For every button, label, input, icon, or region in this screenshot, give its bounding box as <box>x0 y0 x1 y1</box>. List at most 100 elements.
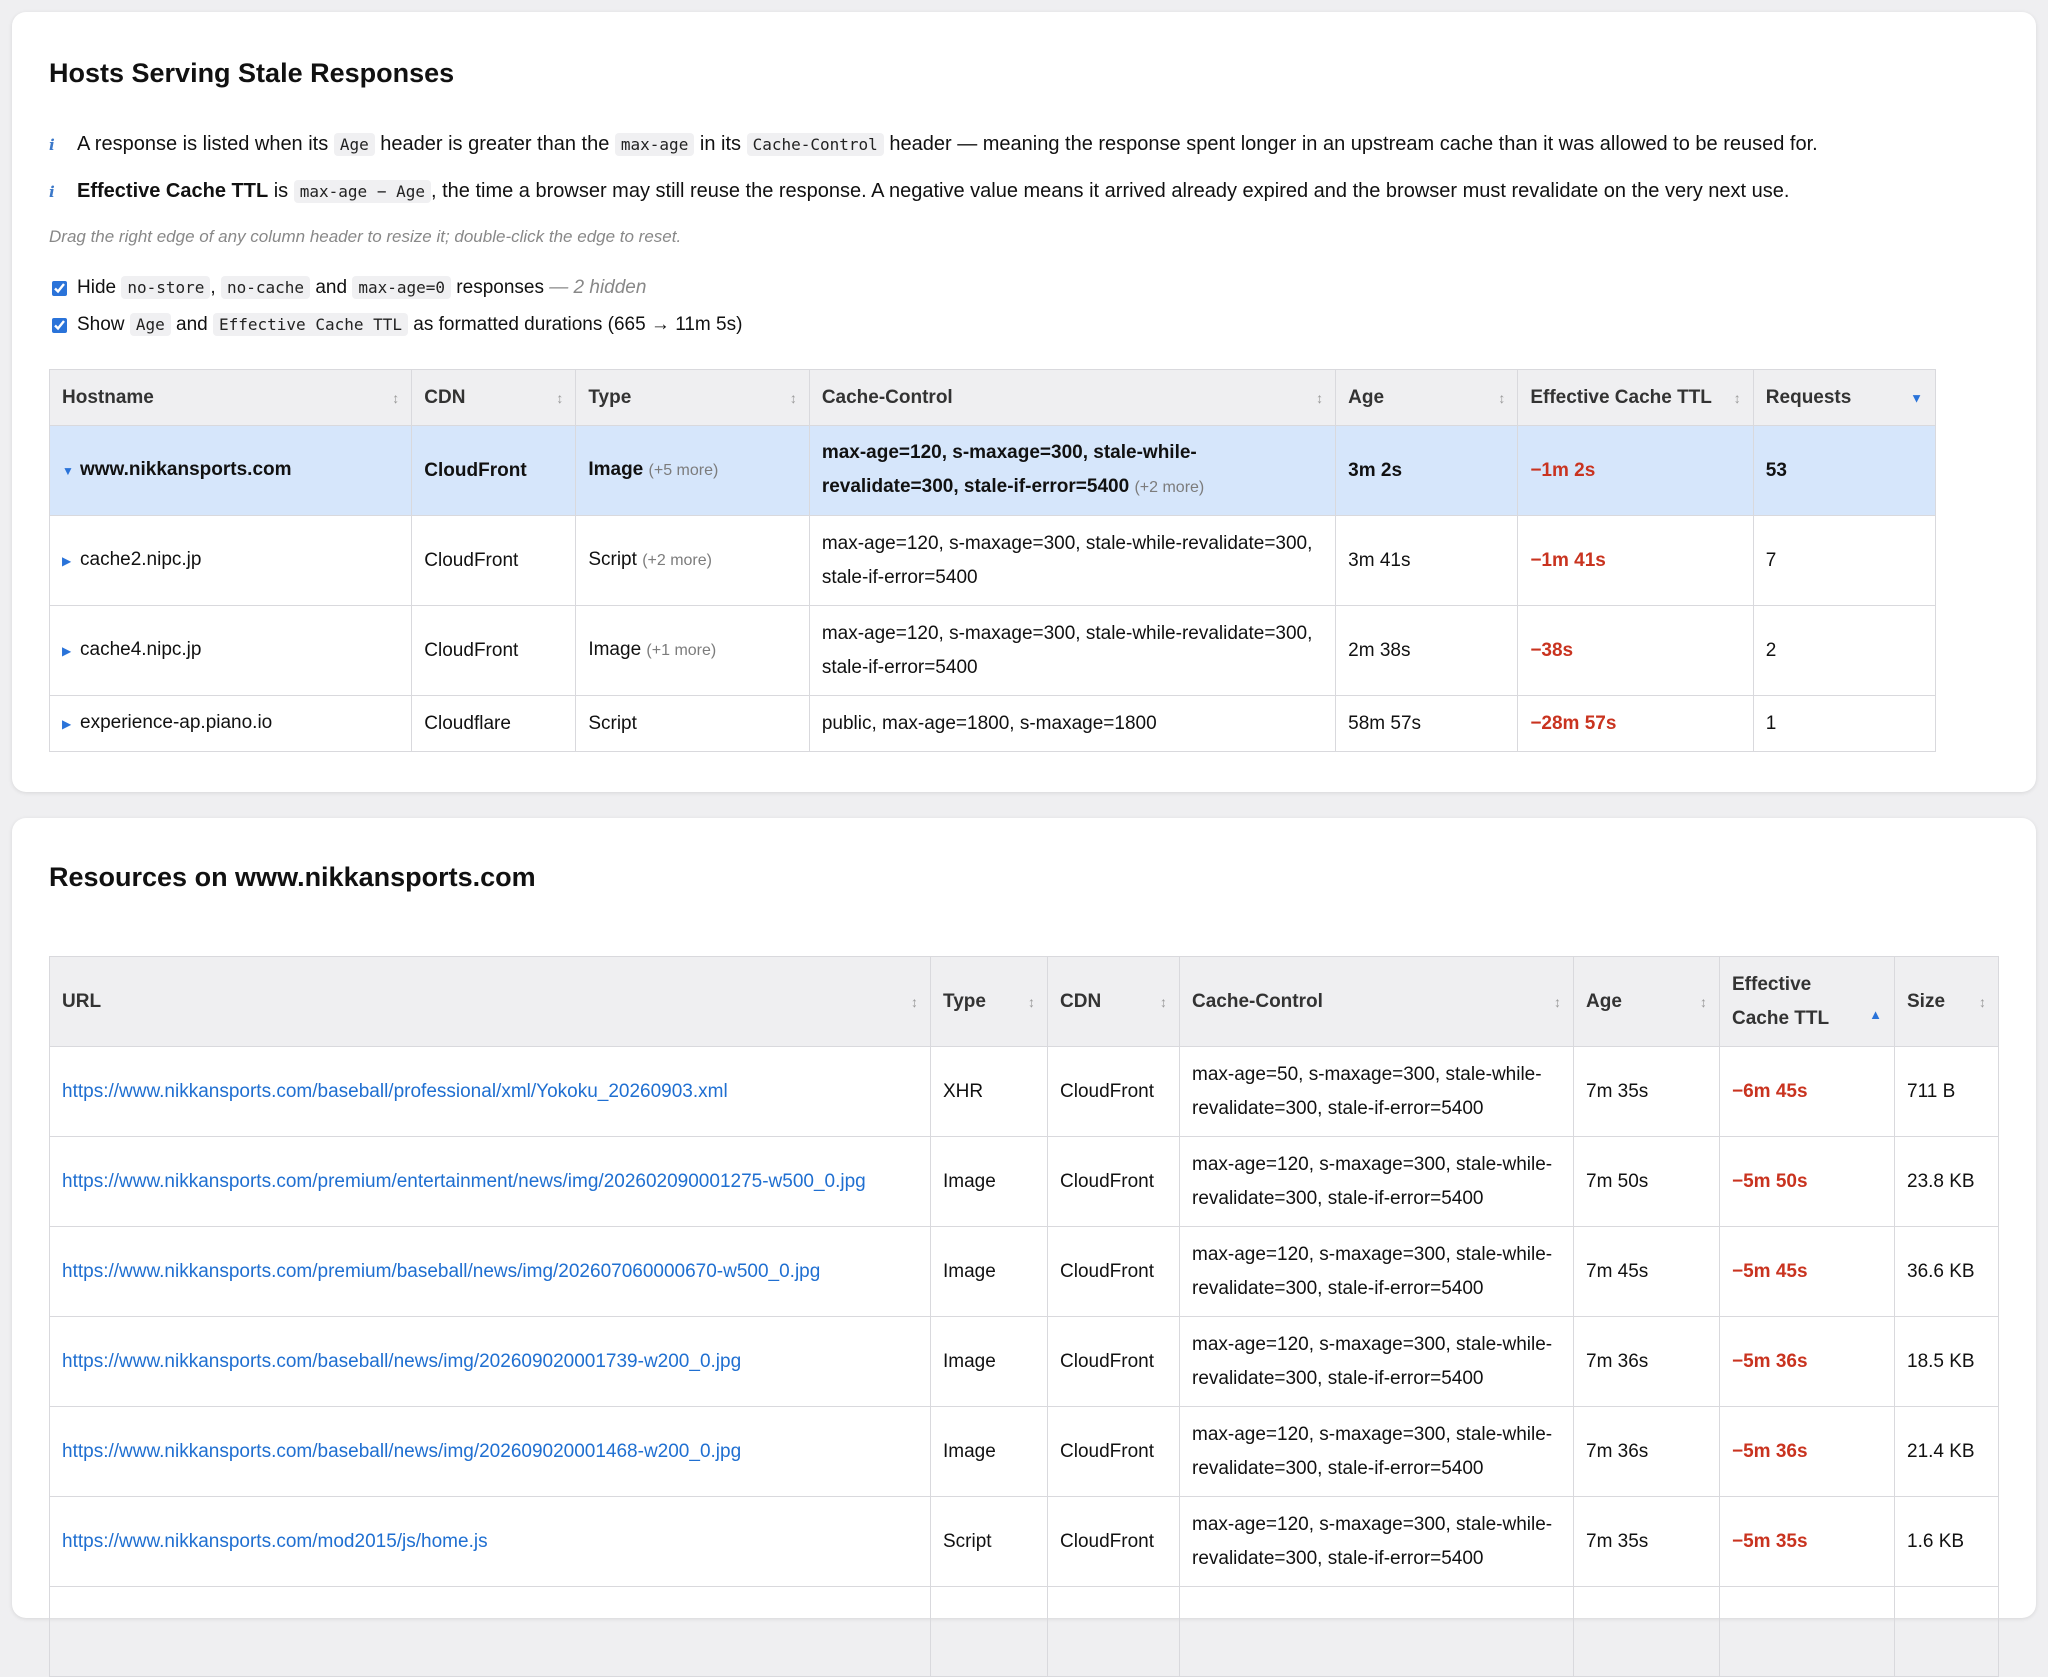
age-cell: 7m 50s <box>1573 1136 1720 1227</box>
sort-arrows-icon: ↕ <box>1700 993 1707 1010</box>
resource-row <box>49 1586 1999 1677</box>
cdn-cell: CloudFront <box>1047 1316 1180 1407</box>
type-cell: Image <box>930 1316 1048 1407</box>
col-size[interactable]: Size ↕ <box>1894 956 1999 1047</box>
hostname-cell: ▶ experience-ap.piano.io <box>48 695 413 752</box>
col-hostname[interactable]: Hostname ↕ <box>48 369 413 426</box>
expand-triangle-icon[interactable]: ▶ <box>62 634 76 668</box>
cache-control-cell: max-age=120, s-maxage=300, stale-while-r… <box>1179 1496 1574 1587</box>
host-row[interactable]: ▼ www.nikkansports.com CloudFront Image (… <box>48 425 1937 516</box>
col-cdn[interactable]: CDN ↕ <box>411 369 577 426</box>
info-line-ttl: i Effective Cache TTL is max-age − Age, t… <box>49 177 1789 206</box>
col-age[interactable]: Age ↕ <box>1573 956 1720 1047</box>
resources-panel: Resources on www.nikkansports.com URL ↕ T… <box>12 818 2036 1677</box>
size-cell: 18.5 KB <box>1894 1316 1999 1407</box>
resources-header-row: URL ↕ Type ↕ CDN ↕ Cache-Control ↕ Age ↕ Effe… <box>49 956 1999 1047</box>
sort-arrows-icon: ↕ <box>1316 389 1324 406</box>
cache-control-cell: max-age=120, s-maxage=300, stale-while-r… <box>808 605 1337 696</box>
code-formula: max-age − Age <box>293 180 431 203</box>
cdn-cell: CloudFront <box>1047 1046 1180 1137</box>
cdn-cell: CloudFront <box>1047 1406 1180 1497</box>
col-cache-control[interactable]: Cache-Control ↕ <box>808 369 1337 426</box>
url-cell: https://www.nikkansports.com/mod2015/js/… <box>49 1496 931 1587</box>
host-row[interactable]: ▶ cache2.nipc.jp CloudFront Script (+2 mo… <box>48 515 1937 606</box>
code-effective-ttl: Effective Cache TTL <box>212 313 409 336</box>
resource-url-link[interactable]: https://www.nikkansports.com/baseball/pr… <box>62 1081 728 1102</box>
age-cell: 3m 2s <box>1335 425 1519 516</box>
sort-arrows-icon: ↕ <box>1498 389 1506 406</box>
hosts-panel: Hosts Serving Stale Responses iA respons… <box>12 12 2036 792</box>
cdn-cell: CloudFront <box>1047 1226 1180 1317</box>
host-row[interactable]: ▶ cache4.nipc.jp CloudFront Image (+1 mor… <box>48 605 1937 696</box>
ttl-cell: −38s <box>1517 605 1754 696</box>
size-cell: 711 B <box>1894 1046 1999 1137</box>
ttl-cell: −5m 35s <box>1719 1496 1895 1587</box>
cache-control-cell: max-age=120, s-maxage=300, stale-while-r… <box>1179 1226 1574 1317</box>
url-cell: https://www.nikkansports.com/premium/ent… <box>49 1136 931 1227</box>
sort-arrows-icon: ↕ <box>1554 993 1561 1010</box>
cdn-cell: CloudFront <box>1047 1496 1180 1587</box>
col-age[interactable]: Age ↕ <box>1335 369 1519 426</box>
col-type[interactable]: Type ↕ <box>575 369 810 426</box>
ttl-cell: −1m 2s <box>1517 425 1754 516</box>
col-effective-ttl[interactable]: Effective Cache TTL ▲ <box>1719 956 1895 1047</box>
col-requests[interactable]: Requests ▼ <box>1752 369 1937 426</box>
sort-arrows-icon: ↕ <box>392 389 400 406</box>
resources-table: URL ↕ Type ↕ CDN ↕ Cache-Control ↕ Age ↕ Effe… <box>49 956 1999 1677</box>
hide-nocache-checkbox[interactable] <box>52 280 67 296</box>
resource-url-link[interactable]: https://www.nikkansports.com/baseball/ne… <box>62 1441 741 1462</box>
age-cell: 7m 36s <box>1573 1406 1720 1497</box>
size-cell: 1.6 KB <box>1894 1496 1999 1587</box>
sort-arrows-icon: ↕ <box>911 993 918 1010</box>
resource-row: https://www.nikkansports.com/baseball/ne… <box>49 1316 1999 1407</box>
age-cell: 7m 35s <box>1573 1496 1720 1587</box>
resources-panel-title: Resources on www.nikkansports.com <box>49 862 536 892</box>
cache-control-cell: max-age=120, s-maxage=300, stale-while-r… <box>808 425 1337 516</box>
resource-url-link[interactable]: https://www.nikkansports.com/premium/bas… <box>62 1261 820 1282</box>
ttl-cell: −6m 45s <box>1719 1046 1895 1137</box>
host-row[interactable]: ▶ experience-ap.piano.io Cloudflare Scrip… <box>48 695 1937 752</box>
resource-row: https://www.nikkansports.com/premium/bas… <box>49 1226 1999 1317</box>
type-cell: XHR <box>930 1046 1048 1137</box>
requests-cell: 53 <box>1752 425 1937 516</box>
sort-arrows-icon: ↕ <box>1028 993 1035 1010</box>
resource-url-link[interactable]: https://www.nikkansports.com/mod2015/js/… <box>62 1531 488 1552</box>
col-cache-control[interactable]: Cache-Control ↕ <box>1179 956 1574 1047</box>
format-durations-checkbox[interactable] <box>52 317 67 333</box>
resource-url-link[interactable]: https://www.nikkansports.com/baseball/ne… <box>62 1351 741 1372</box>
type-cell: Image <box>930 1136 1048 1227</box>
type-cell: Image (+5 more) <box>575 425 810 516</box>
code-no-store: no-store <box>121 276 211 299</box>
cache-control-cell: max-age=120, s-maxage=300, stale-while-r… <box>1179 1136 1574 1227</box>
ttl-cell: −28m 57s <box>1517 695 1754 752</box>
expand-triangle-icon[interactable]: ▶ <box>62 707 76 741</box>
resource-url-link[interactable]: https://www.nikkansports.com/premium/ent… <box>62 1171 866 1192</box>
hide-nocache-toggle[interactable]: Hide no-store, no-cache and max-age=0 re… <box>52 275 646 301</box>
sort-arrows-icon: ↕ <box>789 389 797 406</box>
url-cell: https://www.nikkansports.com/baseball/ne… <box>49 1316 931 1407</box>
sort-arrows-icon: ↕ <box>556 389 564 406</box>
info-line-age: iA response is listed when its Age heade… <box>49 130 1818 159</box>
resource-row: https://www.nikkansports.com/premium/ent… <box>49 1136 1999 1227</box>
code-max-age-0: max-age=0 <box>352 276 452 299</box>
ttl-cell: −5m 50s <box>1719 1136 1895 1227</box>
type-cell: Script <box>575 695 810 752</box>
requests-cell: 7 <box>1752 515 1937 606</box>
col-cdn[interactable]: CDN ↕ <box>1047 956 1180 1047</box>
col-url[interactable]: URL ↕ <box>49 956 931 1047</box>
col-effective-ttl[interactable]: Effective Cache TTL ↕ <box>1517 369 1754 426</box>
expand-triangle-icon[interactable]: ▶ <box>62 544 76 578</box>
col-type[interactable]: Type ↕ <box>930 956 1048 1047</box>
sort-arrows-icon: ↕ <box>1160 993 1167 1010</box>
collapse-triangle-icon[interactable]: ▼ <box>62 454 76 488</box>
format-durations-toggle[interactable]: Show Age and Effective Cache TTL as form… <box>52 312 742 338</box>
type-cell: Image <box>930 1226 1048 1317</box>
cache-control-cell: max-age=50, s-maxage=300, stale-while-re… <box>1179 1046 1574 1137</box>
resource-row: https://www.nikkansports.com/baseball/pr… <box>49 1046 1999 1137</box>
cdn-cell: CloudFront <box>411 605 577 696</box>
hostname-cell: ▶ cache4.nipc.jp <box>48 605 413 696</box>
size-cell: 23.8 KB <box>1894 1136 1999 1227</box>
info-icon: i <box>49 136 55 154</box>
code-age: Age <box>129 313 171 336</box>
size-cell: 36.6 KB <box>1894 1226 1999 1317</box>
